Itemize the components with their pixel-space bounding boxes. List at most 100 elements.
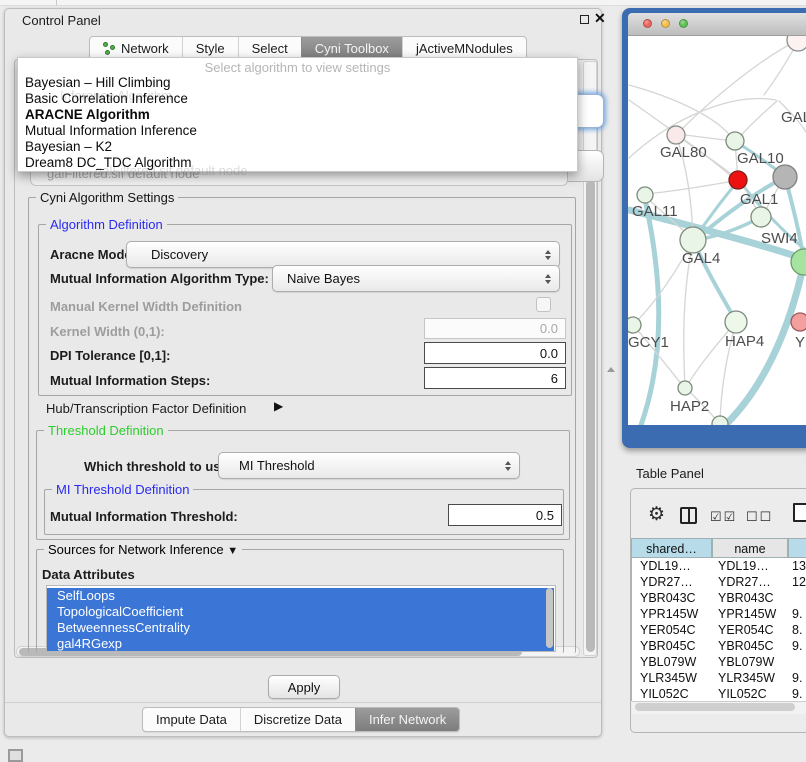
network-node-label: GCY1 — [628, 334, 669, 351]
mi-type-combobox[interactable]: Naive Bayes — [272, 265, 560, 292]
network-node-label: GAL11 — [632, 203, 678, 220]
settings-vscrollbar-thumb[interactable] — [586, 180, 595, 652]
network-node[interactable] — [726, 132, 744, 150]
mac-minimize-button[interactable] — [661, 19, 670, 28]
column-header-2[interactable]: name — [712, 538, 788, 558]
network-node-label: HAP4 — [725, 333, 764, 350]
attribute-list-item-selected[interactable]: BetweennessCentrality — [47, 620, 554, 636]
network-node[interactable] — [628, 317, 641, 333]
mac-zoom-button[interactable] — [679, 19, 688, 28]
table-cell[interactable]: YDL19… — [718, 558, 788, 574]
table-cell[interactable]: 9. — [792, 670, 806, 686]
table-cell[interactable]: 9. — [792, 638, 806, 654]
mac-close-button[interactable] — [643, 19, 652, 28]
network-window-titlebar[interactable] — [628, 13, 806, 36]
sources-title[interactable]: Sources for Network Inference ▼ — [44, 542, 242, 557]
attribute-list-item-selected[interactable]: TopologicalCoefficient — [47, 604, 554, 620]
hide-columns-icon[interactable]: ☐☐ — [746, 509, 773, 525]
collapse-down-arrow-icon[interactable]: ▼ — [227, 545, 238, 557]
export-table-file-icon[interactable] — [793, 503, 806, 522]
network-node-label: GAL4 — [682, 250, 720, 267]
table-cell[interactable]: 12 — [792, 574, 806, 590]
apply-button-label: Apply — [288, 680, 321, 695]
sources-title-text: Sources for Network Inference — [48, 542, 227, 557]
mi-steps-input[interactable]: 6 — [424, 367, 566, 389]
table-cell[interactable] — [792, 654, 806, 670]
network-node[interactable] — [787, 36, 806, 51]
table-cell[interactable]: YBR045C — [718, 638, 788, 654]
network-node[interactable] — [729, 171, 747, 189]
table-cell[interactable]: YDR27… — [718, 574, 788, 590]
hub-definition-label[interactable]: Hub/Transcription Factor Definition — [46, 401, 246, 416]
dropdown-item[interactable]: Mutual Information Inference — [21, 123, 571, 139]
manual-kernel-checkbox[interactable] — [536, 297, 551, 312]
table-cell[interactable]: 8. — [792, 622, 806, 638]
expand-right-arrow-icon[interactable]: ▶ — [274, 399, 283, 413]
float-window-icon[interactable] — [580, 15, 589, 24]
table-cell[interactable]: 9. — [792, 686, 806, 702]
column-header-3[interactable]: A — [788, 538, 806, 558]
attribute-list-item-selected[interactable]: gal4RGexp — [47, 636, 554, 652]
table-cell[interactable]: YLR345W — [718, 670, 788, 686]
network-node[interactable] — [725, 311, 747, 333]
table-cell[interactable]: YIL052C — [718, 686, 788, 702]
table-cell[interactable]: YBL079W — [718, 654, 788, 670]
which-threshold-label: Which threshold to use: — [84, 459, 232, 474]
table-cell[interactable]: YIL052C — [640, 686, 710, 702]
apply-button[interactable]: Apply — [268, 675, 340, 699]
network-node[interactable] — [751, 207, 771, 227]
tab-impute-data[interactable]: Impute Data — [143, 708, 240, 731]
table-cell[interactable]: YBR043C — [718, 590, 788, 606]
table-cell[interactable]: YDL19… — [640, 558, 710, 574]
settings-gear-icon[interactable]: ⚙ — [648, 503, 665, 526]
table-cell[interactable]: YER054C — [718, 622, 788, 638]
splitpane-collapse-icon[interactable] — [607, 367, 615, 372]
dropdown-item[interactable]: Bayesian – Hill Climbing — [21, 75, 571, 91]
table-cell[interactable]: YPR145W — [718, 606, 788, 622]
data-attributes-list: SelfLoopsTopologicalCoefficientBetweenne… — [46, 585, 556, 652]
tab-discretize-data[interactable]: Discretize Data — [240, 708, 355, 731]
table-cell[interactable]: YBR043C — [640, 590, 710, 606]
dropdown-item[interactable]: Bayesian – K2 — [21, 139, 571, 155]
network-graph[interactable]: GALGAL80GAL10GAL1GAL11SWI4GAL4GCY1HAP4YH… — [628, 36, 806, 425]
dropdown-item[interactable]: ARACNE Algorithm — [21, 107, 571, 123]
table-cell[interactable]: YBR045C — [640, 638, 710, 654]
table-cell[interactable]: 9. — [792, 606, 806, 622]
table-cell[interactable]: YLR345W — [640, 670, 710, 686]
aracne-mode-combobox[interactable]: Discovery — [126, 241, 560, 268]
table-cell[interactable]: YPR145W — [640, 606, 710, 622]
mi-threshold-definition-title: MI Threshold Definition — [52, 482, 193, 497]
attributes-vscrollbar-thumb[interactable] — [546, 588, 553, 648]
threshold-definition-title: Threshold Definition — [44, 423, 168, 438]
attribute-list-item-selected[interactable]: SelfLoops — [47, 588, 554, 604]
top-toolbar-sliver — [0, 0, 806, 6]
network-node[interactable] — [678, 381, 692, 395]
table-cell[interactable]: YBL079W — [640, 654, 710, 670]
table-cell[interactable]: 13 — [792, 558, 806, 574]
dock-panel-icon[interactable] — [8, 749, 23, 762]
network-edge — [737, 101, 777, 140]
network-node[interactable] — [773, 165, 797, 189]
network-node[interactable] — [667, 126, 685, 144]
network-node[interactable] — [637, 187, 653, 203]
bottom-divider — [5, 702, 601, 703]
network-node[interactable] — [791, 313, 806, 331]
column-header-1[interactable]: shared… — [631, 538, 712, 558]
kernel-width-input[interactable]: 0.0 — [424, 318, 566, 339]
network-canvas[interactable]: GALGAL80GAL10GAL1GAL11SWI4GAL4GCY1HAP4YH… — [628, 36, 806, 425]
data-attributes-label: Data Attributes — [42, 567, 135, 582]
columns-icon[interactable] — [680, 507, 697, 524]
mi-steps-label: Mutual Information Steps: — [50, 373, 210, 388]
mi-threshold-input[interactable]: 0.5 — [448, 504, 562, 526]
table-cell[interactable]: YDR27… — [640, 574, 710, 590]
show-selected-columns-icon[interactable]: ☑☑ — [710, 509, 737, 525]
table-hscrollbar-thumb[interactable] — [635, 703, 795, 711]
table-cell[interactable]: YER054C — [640, 622, 710, 638]
which-threshold-combobox[interactable]: MI Threshold — [218, 452, 520, 479]
table-cell[interactable] — [792, 590, 806, 606]
dropdown-item[interactable]: Basic Correlation Inference — [21, 91, 571, 107]
dpi-tolerance-input[interactable]: 0.0 — [424, 342, 566, 364]
dropdown-item[interactable]: Dream8 DC_TDC Algorithm — [21, 155, 571, 171]
close-icon[interactable]: ✕ — [594, 10, 606, 27]
tab-infer-network[interactable]: Infer Network — [355, 708, 459, 731]
